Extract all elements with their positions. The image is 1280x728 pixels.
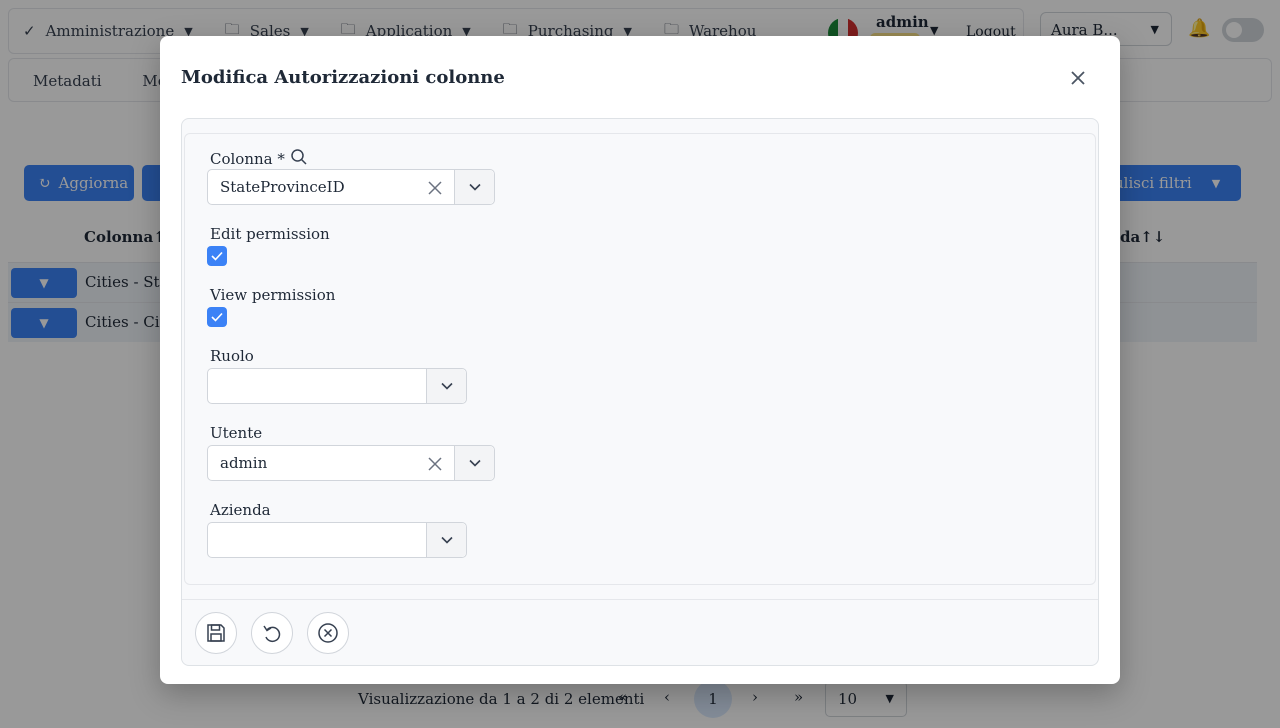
utente-select[interactable]: admin — [207, 445, 495, 481]
form-container: Colonna * StateProvinceID Edit permissio… — [181, 118, 1099, 666]
undo-icon — [263, 625, 281, 643]
chevron-down-icon — [440, 536, 453, 544]
colonna-select[interactable]: StateProvinceID — [207, 169, 495, 205]
dropdown-toggle[interactable] — [426, 523, 466, 557]
search-icon[interactable] — [290, 148, 308, 166]
chevron-down-icon — [468, 459, 481, 467]
utente-value: admin — [220, 454, 268, 472]
checkmark-icon — [211, 251, 223, 261]
chevron-down-icon — [440, 382, 453, 390]
view-permission-label: View permission — [210, 286, 336, 304]
colonna-label: Colonna * — [210, 148, 308, 168]
save-icon — [207, 624, 225, 642]
ruolo-label: Ruolo — [210, 347, 254, 365]
dialog-title: Modifica Autorizzazioni colonne — [181, 67, 505, 88]
clear-icon[interactable] — [426, 179, 444, 197]
footer-divider — [182, 599, 1098, 600]
edit-permission-checkbox[interactable] — [207, 246, 227, 266]
form-panel: Colonna * StateProvinceID Edit permissio… — [184, 133, 1096, 585]
utente-label: Utente — [210, 424, 263, 442]
cancel-button[interactable] — [307, 612, 349, 654]
checkmark-icon — [211, 312, 223, 322]
azienda-label: Azienda — [210, 501, 271, 519]
clear-icon[interactable] — [426, 455, 444, 473]
colonna-value: StateProvinceID — [220, 178, 345, 196]
ruolo-select[interactable] — [207, 368, 467, 404]
dropdown-toggle[interactable] — [454, 170, 494, 204]
azienda-select[interactable] — [207, 522, 467, 558]
chevron-down-icon — [468, 183, 481, 191]
dropdown-toggle[interactable] — [454, 446, 494, 480]
view-permission-checkbox[interactable] — [207, 307, 227, 327]
dropdown-toggle[interactable] — [426, 369, 466, 403]
close-icon[interactable] — [1066, 66, 1090, 90]
reset-button[interactable] — [251, 612, 293, 654]
edit-permission-label: Edit permission — [210, 225, 330, 243]
edit-column-permissions-dialog: Modifica Autorizzazioni colonne Colonna … — [160, 36, 1120, 684]
close-circle-icon — [318, 623, 338, 643]
colonna-label-text: Colonna * — [210, 150, 285, 168]
save-button[interactable] — [195, 612, 237, 654]
